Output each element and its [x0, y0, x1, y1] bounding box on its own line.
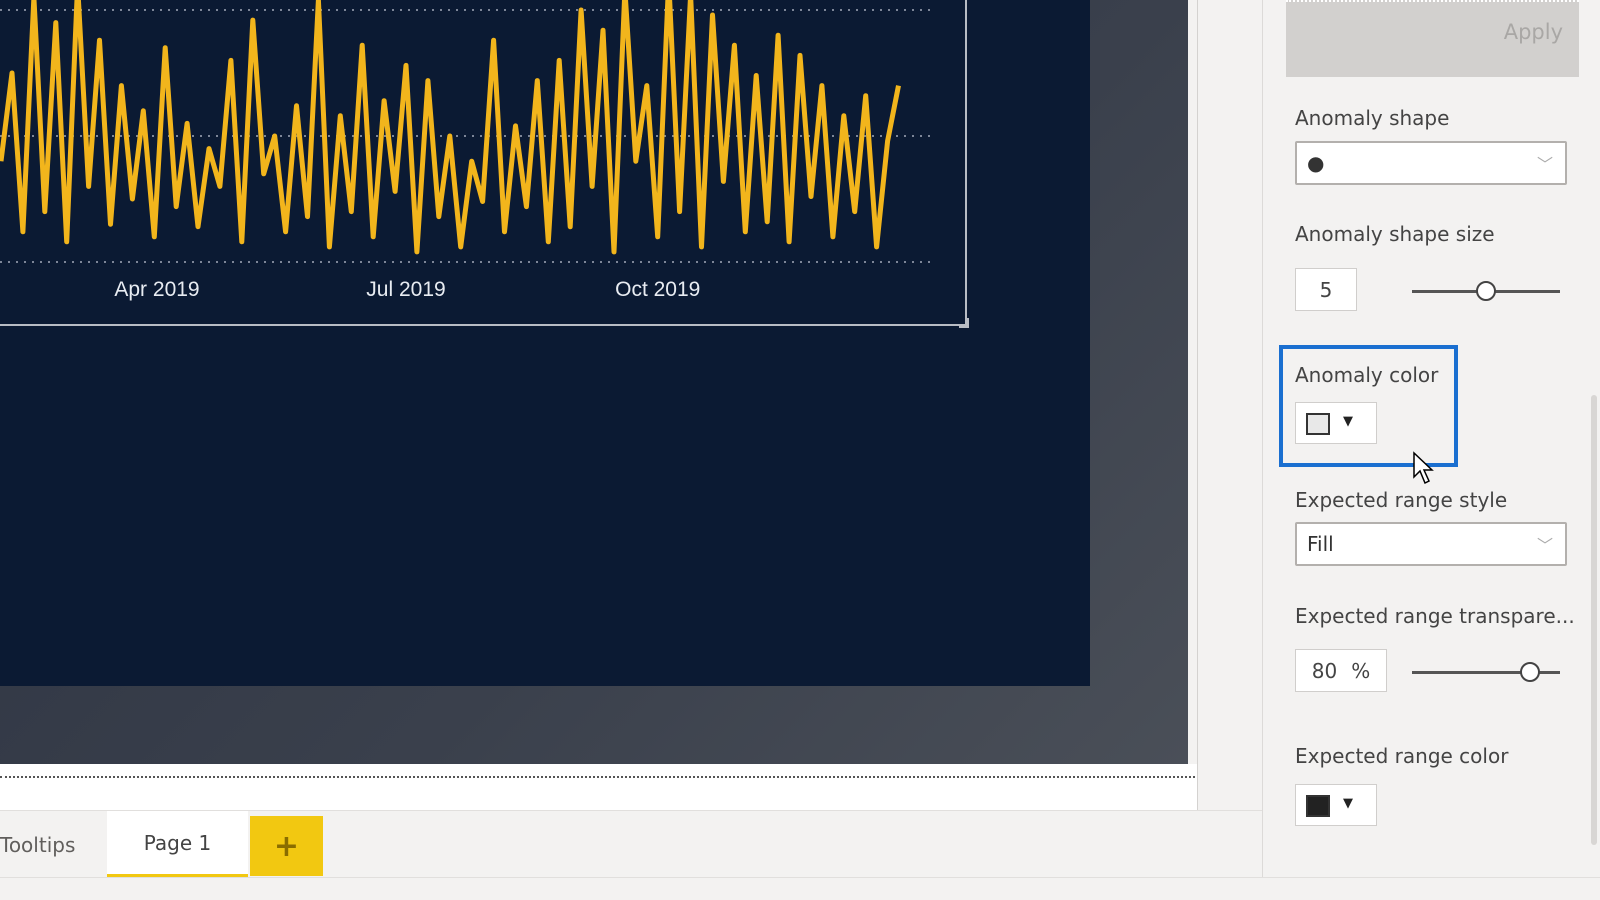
slider-handle[interactable]	[1520, 662, 1541, 682]
apply-label: Apply	[1503, 20, 1563, 44]
tab-tooltips[interactable]: Tooltips	[0, 811, 105, 878]
color-swatch	[1306, 795, 1330, 817]
caret-down-icon: ▼	[1343, 796, 1353, 811]
anomaly-shape-size-slider[interactable]	[1412, 281, 1560, 301]
chevron-down-icon: ﹀	[1536, 155, 1553, 174]
format-pane: Apply Anomaly shape ● ﹀ Anomaly shape si…	[1262, 0, 1600, 877]
line-chart: Apr 2019 Jul 2019 Oct 2019	[0, 0, 930, 301]
tab-page-1[interactable]: Page 1	[107, 811, 248, 878]
series-line[interactable]	[0, 0, 901, 255]
slider-handle[interactable]	[1476, 281, 1496, 301]
x-tick-label: Apr 2019	[114, 278, 199, 301]
pane-divider	[1197, 0, 1198, 810]
apply-button[interactable]: Apply	[1286, 0, 1579, 77]
resize-handle[interactable]	[959, 318, 969, 328]
expected-range-style-label: Expected range style	[1295, 488, 1508, 512]
color-swatch	[1306, 413, 1330, 435]
mouse-cursor-icon	[1413, 451, 1434, 485]
pane-scrollbar[interactable]	[1591, 395, 1597, 845]
canvas-footer	[0, 764, 1198, 810]
page-tabs-bar: Tooltips Page 1 +	[0, 810, 1262, 878]
page-boundary-divider	[0, 776, 1195, 778]
tab-label: Tooltips	[0, 832, 76, 857]
add-page-button[interactable]: +	[250, 816, 323, 876]
expected-range-color-picker[interactable]: ▼	[1295, 784, 1377, 826]
report-page: Apr 2019 Jul 2019 Oct 2019	[0, 0, 1090, 686]
anomaly-color-label: Anomaly color	[1295, 363, 1439, 387]
anomaly-shape-size-input[interactable]: 5	[1295, 268, 1357, 311]
tab-label: Page 1	[143, 830, 212, 855]
expected-range-transparency-label: Expected range transpare...	[1295, 604, 1575, 628]
size-value: 5	[1319, 277, 1333, 302]
line-chart-visual[interactable]: Apr 2019 Jul 2019 Oct 2019	[0, 0, 969, 328]
anomaly-shape-label: Anomaly shape	[1295, 106, 1450, 130]
percent-unit: %	[1351, 658, 1371, 683]
anomaly-shape-size-label: Anomaly shape size	[1295, 222, 1495, 246]
expected-range-transparency-input[interactable]: 80 %	[1295, 649, 1387, 692]
status-bar	[0, 877, 1600, 900]
transparency-value: 80	[1311, 658, 1338, 683]
x-tick-label: Oct 2019	[615, 278, 700, 301]
expected-range-color-label: Expected range color	[1295, 744, 1509, 768]
circle-shape-icon: ●	[1307, 151, 1325, 175]
chevron-down-icon: ﹀	[1536, 536, 1553, 555]
caret-down-icon: ▼	[1343, 414, 1353, 429]
expected-range-style-dropdown[interactable]: Fill ﹀	[1295, 522, 1567, 566]
anomaly-shape-dropdown[interactable]: ● ﹀	[1295, 141, 1567, 185]
expected-range-transparency-slider[interactable]	[1412, 662, 1560, 682]
anomaly-color-picker[interactable]: ▼	[1295, 402, 1377, 444]
dropdown-value: Fill	[1307, 532, 1334, 556]
x-tick-label: Jul 2019	[366, 278, 445, 301]
plus-icon: +	[273, 828, 300, 864]
